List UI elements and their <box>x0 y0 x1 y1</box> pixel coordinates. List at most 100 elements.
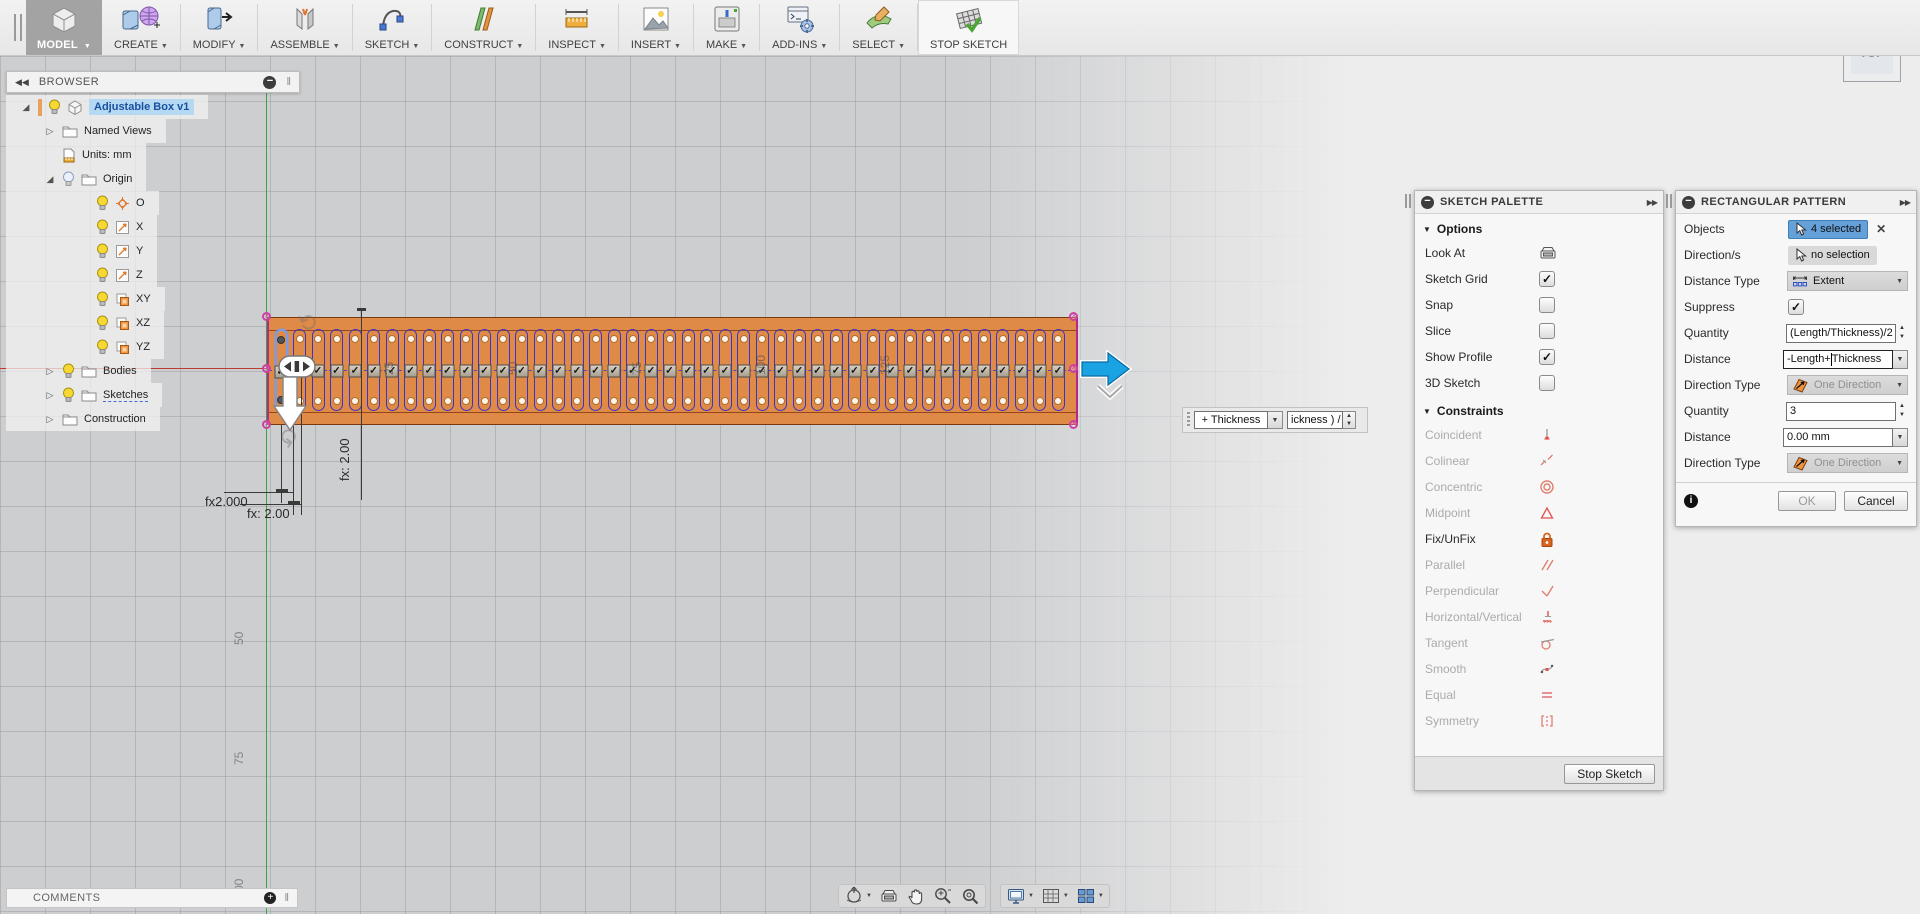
tree-row-sketches[interactable]: ▷Sketches <box>6 383 162 407</box>
suppress-check-icon[interactable]: ✓ <box>774 365 787 378</box>
constraint-colinear[interactable]: Colinear <box>1415 448 1663 474</box>
sketch-point[interactable] <box>777 397 785 405</box>
distance-dropdown-button[interactable]: ▼ <box>1268 411 1283 429</box>
look-at-view-button[interactable] <box>879 887 899 905</box>
suppress-check-icon[interactable]: ✓ <box>996 365 1009 378</box>
sketch-point[interactable] <box>888 397 896 405</box>
slot-profile[interactable]: ✓ <box>682 329 695 411</box>
collapse-triangle-icon[interactable]: ▷ <box>44 366 56 377</box>
suppress-check-icon[interactable]: ✓ <box>700 365 713 378</box>
suppress-check-icon[interactable]: ✓ <box>663 365 676 378</box>
sketch-point[interactable] <box>610 397 618 405</box>
browser-header[interactable]: ◀◀ BROWSER − ‖ <box>6 71 300 93</box>
dimension-label[interactable]: fx: 2.00 <box>247 506 290 521</box>
suppress-check-icon[interactable]: ✓ <box>959 365 972 378</box>
constraint-perpendicular[interactable]: Perpendicular <box>1415 578 1663 604</box>
show-profile-checkbox[interactable]: ✓ <box>1539 349 1555 365</box>
sketch-point[interactable] <box>425 397 433 405</box>
sketch-point[interactable] <box>481 397 489 405</box>
sketch-point[interactable] <box>1036 397 1044 405</box>
sketch-point[interactable] <box>980 335 988 343</box>
slot-profile[interactable]: ✓ <box>793 329 806 411</box>
fixed-constraint-point-icon[interactable]: ✕ <box>1069 364 1078 373</box>
sketch-point[interactable] <box>684 397 692 405</box>
ok-button[interactable]: OK <box>1778 491 1836 511</box>
slot-profile[interactable]: ✓ <box>996 329 1009 411</box>
panel-drag-grip[interactable] <box>1666 194 1672 208</box>
drag-handle-icon[interactable] <box>1187 412 1190 428</box>
sketch-point[interactable] <box>425 335 433 343</box>
sketch-point[interactable] <box>592 335 600 343</box>
toolbar-item-make[interactable]: MAKE▼ <box>694 0 759 55</box>
sketch-point[interactable] <box>444 335 452 343</box>
sketch-point[interactable] <box>906 335 914 343</box>
suppress-check-icon[interactable]: ✓ <box>922 365 935 378</box>
tree-row-origin[interactable]: ◢Origin <box>6 167 146 191</box>
tree-row-x[interactable]: X <box>6 215 157 239</box>
tree-row-units-mm[interactable]: Units: mm <box>6 143 146 167</box>
suppress-check-icon[interactable]: ✓ <box>478 365 491 378</box>
slot-profile[interactable]: ✓ <box>830 329 843 411</box>
sketch-point[interactable] <box>407 397 415 405</box>
sketch-point[interactable] <box>647 335 655 343</box>
suppress-checkbox[interactable]: ✓ <box>1788 299 1804 315</box>
quantity-input[interactable]: 3 <box>1786 402 1896 421</box>
slot-profile[interactable]: ✓ <box>1033 329 1046 411</box>
slot-profile[interactable]: ✓ <box>552 329 565 411</box>
suppress-check-icon[interactable]: ✓ <box>848 365 861 378</box>
dimension-label[interactable]: fx2.000 <box>205 494 248 509</box>
suppress-check-icon[interactable]: ✓ <box>1015 365 1028 378</box>
suppress-check-icon[interactable]: ✓ <box>571 365 584 378</box>
sketch-point[interactable] <box>536 335 544 343</box>
suppress-check-icon[interactable]: ✓ <box>830 365 843 378</box>
sketch-point[interactable] <box>962 397 970 405</box>
sketch-point[interactable] <box>351 335 359 343</box>
collapse-triangle-icon[interactable]: ▷ <box>44 390 56 401</box>
sketch-point[interactable] <box>758 335 766 343</box>
sketch-point[interactable] <box>592 397 600 405</box>
distance-input[interactable]: -Length+Thickness <box>1783 350 1893 369</box>
value-spinner[interactable]: ▲▼ <box>1896 324 1908 343</box>
pattern-quantity-input[interactable]: ickness ) / <box>1287 411 1343 429</box>
quantity-input[interactable]: (Length/Thickness)/2 <box>1786 324 1896 343</box>
suppress-check-icon[interactable]: ✓ <box>1033 365 1046 378</box>
sketch-point[interactable] <box>518 335 526 343</box>
sketch-point[interactable] <box>481 335 489 343</box>
dock-panel-icon[interactable]: ▶▶ <box>1647 198 1657 207</box>
sketch-point[interactable] <box>555 397 563 405</box>
stop-sketch-button[interactable]: Stop Sketch <box>1564 764 1655 784</box>
tree-row-construction[interactable]: ▷Construction <box>6 407 160 431</box>
suppress-check-icon[interactable]: ✓ <box>645 365 658 378</box>
grid-coordinate-label[interactable]: 100 <box>754 355 768 375</box>
minimize-icon[interactable]: − <box>1421 196 1434 209</box>
grid-settings-button[interactable]: ▼ <box>1041 887 1069 905</box>
sketch-point[interactable] <box>1036 335 1044 343</box>
3d-sketch-checkbox[interactable] <box>1539 375 1555 391</box>
objects-selection-chip[interactable]: 4 selected <box>1788 220 1868 239</box>
sketch-point[interactable] <box>499 335 507 343</box>
sketch-point[interactable] <box>999 335 1007 343</box>
toolbar-item-create[interactable]: CREATE▼ <box>102 0 180 55</box>
sketch-point[interactable] <box>407 335 415 343</box>
sketch-point[interactable] <box>1017 335 1025 343</box>
suppress-check-icon[interactable]: ✓ <box>423 365 436 378</box>
collapse-triangle-icon[interactable]: ▷ <box>44 126 56 137</box>
sketch-point[interactable] <box>943 397 951 405</box>
sketch-point[interactable] <box>388 397 396 405</box>
sketch-point[interactable] <box>740 397 748 405</box>
sketch-point[interactable] <box>333 335 341 343</box>
value-spinner[interactable]: ▲▼ <box>1896 402 1908 421</box>
toolbar-item-modify[interactable]: MODIFY▼ <box>181 0 258 55</box>
fixed-constraint-point-icon[interactable]: ✕ <box>1069 312 1078 321</box>
toolbar-item-assemble[interactable]: ASSEMBLE▼ <box>258 0 351 55</box>
toolbar-item-construct[interactable]: CONSTRUCT▼ <box>432 0 535 55</box>
look-at-icon[interactable] <box>1539 245 1557 261</box>
sketch-point[interactable] <box>869 335 877 343</box>
suppress-check-icon[interactable]: ✓ <box>552 365 565 378</box>
slot-profile[interactable]: ✓ <box>941 329 954 411</box>
component-color-swatch[interactable] <box>38 99 42 116</box>
slot-profile[interactable]: ✓ <box>645 329 658 411</box>
sketch-point[interactable] <box>444 397 452 405</box>
toolbar-item-sketch[interactable]: SKETCH▼ <box>353 0 432 55</box>
slot-profile[interactable]: ✓ <box>700 329 713 411</box>
